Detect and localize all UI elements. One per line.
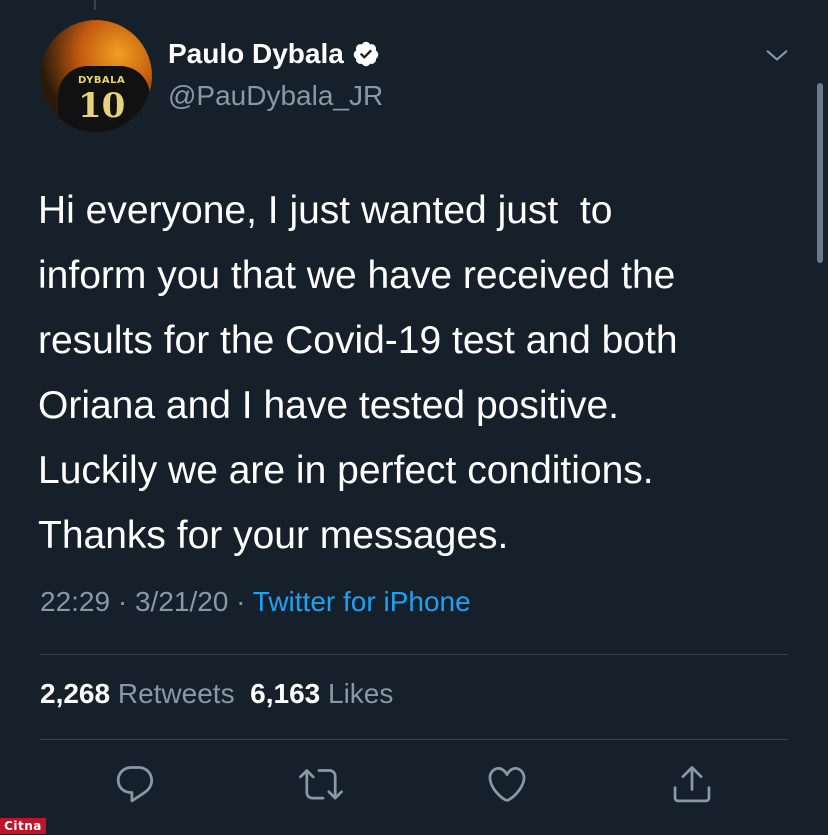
tweet-text-line: results for the Covid-19 test and both	[38, 319, 678, 362]
likes-stat[interactable]: 6,163 Likes	[250, 678, 393, 709]
author-display-name[interactable]: Paulo Dybala	[168, 38, 380, 70]
meta-separator: ·	[117, 586, 128, 617]
tweet-stats: 2,268 Retweets 6,163 Likes	[40, 678, 393, 710]
tweet-text-line: Oriana and I have tested positive.	[38, 384, 620, 427]
avatar-shirt-number: 10	[78, 86, 126, 126]
tweet-text-line: Hi everyone, I just wanted just to	[38, 189, 613, 232]
thread-connector-line	[94, 0, 96, 10]
retweets-label: Retweets	[117, 678, 235, 709]
verified-badge-icon	[353, 41, 379, 67]
tweet-time: 22:29	[40, 586, 111, 617]
avatar[interactable]: DYBALA 10	[40, 20, 152, 132]
author-name-text: Paulo Dybala	[168, 38, 344, 69]
reply-icon[interactable]	[113, 762, 157, 806]
retweet-icon[interactable]	[299, 762, 343, 806]
tweet-metadata: 22:29 · 3/21/20 · Twitter for iPhone	[40, 586, 471, 618]
avatar-shirt-name: DYBALA	[78, 75, 126, 86]
tweet-text-line: Luckily we are in perfect conditions.	[38, 449, 654, 492]
likes-count: 6,163	[250, 678, 321, 709]
divider	[40, 654, 788, 655]
meta-separator: ·	[236, 586, 246, 617]
watermark-logo: Citna	[0, 818, 46, 834]
like-icon[interactable]	[485, 762, 529, 806]
tweet-text-line: Thanks for your messages.	[38, 514, 509, 557]
tweet-source-link[interactable]: Twitter for iPhone	[253, 586, 471, 617]
share-icon[interactable]	[670, 762, 714, 806]
chevron-down-icon[interactable]	[763, 42, 791, 70]
tweet-text: Hi everyone, I just wanted just to infor…	[38, 178, 798, 568]
retweets-count: 2,268	[40, 678, 111, 709]
retweets-stat[interactable]: 2,268 Retweets	[40, 678, 235, 709]
tweet-date: 3/21/20	[134, 586, 229, 617]
divider	[40, 739, 788, 740]
tweet-text-line: inform you that we have received the	[38, 254, 676, 297]
scrollbar[interactable]	[817, 83, 823, 263]
tweet-actions-bar	[0, 762, 828, 814]
likes-label: Likes	[328, 678, 394, 709]
author-handle[interactable]: @PauDybala_JR	[168, 80, 383, 112]
